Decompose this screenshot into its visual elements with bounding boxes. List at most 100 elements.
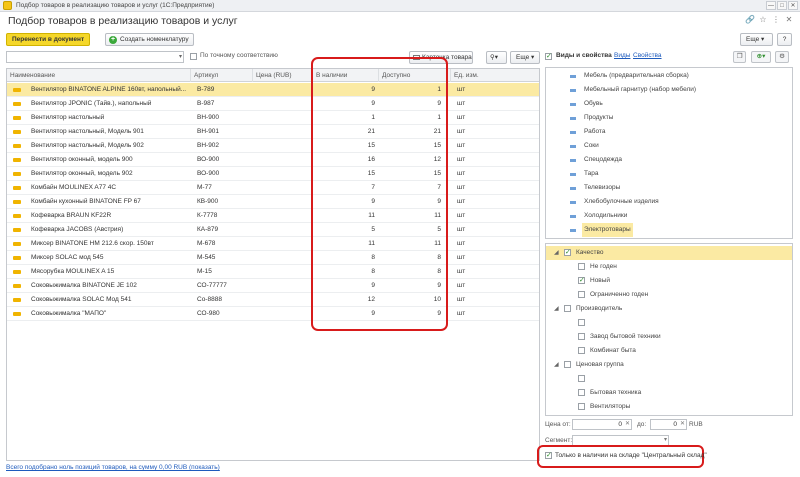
expand-icon[interactable]: ◢: [554, 358, 559, 372]
property-value[interactable]: Комбинат быта: [546, 344, 792, 358]
property-checkbox[interactable]: ✓: [578, 277, 585, 284]
property-checkbox[interactable]: [578, 333, 585, 340]
chevron-down-icon[interactable]: ▾: [664, 436, 667, 445]
kinds-link[interactable]: Виды: [614, 52, 630, 59]
cell-article: В-987: [197, 100, 215, 107]
table-row[interactable]: Соковыжималка "МАПО" СО-980 9 9 шт: [7, 307, 539, 321]
search-input[interactable]: ▾: [6, 51, 184, 63]
column-header-stock[interactable]: В наличии: [313, 69, 379, 82]
only-in-stock-checkbox[interactable]: ✓: [545, 452, 552, 459]
cell-price: [257, 251, 312, 265]
category-item[interactable]: Тара: [546, 167, 792, 181]
item-card-button[interactable]: Карточка товара: [409, 51, 473, 64]
expand-icon[interactable]: ◢: [554, 246, 559, 260]
category-item[interactable]: Хлебобулочные изделия: [546, 195, 792, 209]
column-header-available[interactable]: Доступно: [379, 69, 451, 82]
table-row[interactable]: Вентилятор оконный, модель 902 ВО-900 15 15…: [7, 167, 539, 181]
property-value[interactable]: Завод бытовой техники: [546, 330, 792, 344]
property-checkbox[interactable]: [564, 305, 571, 312]
maximize-icon[interactable]: □: [777, 1, 787, 10]
table-row[interactable]: Вентилятор настольный, Модель 902 ВН-902 1…: [7, 139, 539, 153]
expand-icon[interactable]: ◢: [554, 302, 559, 316]
create-item-button[interactable]: + Создать номенклатуру: [105, 33, 194, 46]
settings-icon[interactable]: ⚙: [775, 51, 789, 63]
cell-name: Мясорубка MOULINEX A 15: [31, 268, 115, 275]
table-more-button[interactable]: Еще ▾: [510, 51, 540, 64]
table-row[interactable]: Вентилятор настольный, Модель 901 ВН-901 2…: [7, 125, 539, 139]
close-window-icon[interactable]: ✕: [788, 1, 798, 10]
property-checkbox[interactable]: [578, 291, 585, 298]
table-row[interactable]: Вентилятор BINATONE ALPINE 160вт, наполь…: [7, 83, 539, 97]
category-item[interactable]: Мебельный гарнитур (набор мебели): [546, 83, 792, 97]
property-group[interactable]: ◢ Ценовая группа: [546, 358, 792, 372]
table-row[interactable]: Вентилятор настольный ВН-900 1 1 шт: [7, 111, 539, 125]
table-row[interactable]: Кофеварка JACOBS (Австрия) КА-879 5 5 шт: [7, 223, 539, 237]
column-header-name[interactable]: Наименование: [7, 69, 191, 82]
star-icon[interactable]: ☆: [758, 15, 768, 24]
property-value[interactable]: Вентиляторы: [546, 400, 792, 414]
filter-button[interactable]: ⚲▾: [486, 51, 507, 64]
category-item[interactable]: Электротовары: [546, 223, 792, 237]
table-row[interactable]: Вентилятор JPONIC (Тайв.), напольный В-98…: [7, 97, 539, 111]
property-value[interactable]: [546, 372, 792, 386]
price-from-input[interactable]: 0 ✕: [572, 419, 632, 430]
category-item[interactable]: Телевизоры: [546, 181, 792, 195]
kinds-checkbox[interactable]: ✓: [545, 53, 552, 60]
add-icon[interactable]: ⊕▾: [751, 51, 771, 63]
column-header-article[interactable]: Артикул: [191, 69, 253, 82]
property-value[interactable]: Ограниченно годен: [546, 288, 792, 302]
property-value[interactable]: ✓ Новый: [546, 274, 792, 288]
property-checkbox[interactable]: [578, 347, 585, 354]
column-header-price[interactable]: Цена (RUB): [253, 69, 313, 82]
category-item[interactable]: Продукты: [546, 111, 792, 125]
properties-link[interactable]: Свойства: [633, 52, 662, 59]
table-row[interactable]: Комбайн MOULINEX A77 4C М-77 7 7 шт: [7, 181, 539, 195]
property-value[interactable]: [546, 316, 792, 330]
help-button[interactable]: ?: [777, 33, 792, 46]
column-header-unit[interactable]: Ед. изм.: [451, 69, 539, 82]
property-checkbox[interactable]: [578, 389, 585, 396]
transfer-to-document-button[interactable]: Перенести в документ: [6, 33, 90, 46]
table-row[interactable]: Кофеварка BRAUN KF22R К-7778 11 11 шт: [7, 209, 539, 223]
property-value[interactable]: Не годен: [546, 260, 792, 274]
link-icon[interactable]: 🔗: [745, 15, 755, 24]
category-item[interactable]: Холодильники: [546, 209, 792, 223]
minimize-icon[interactable]: —: [766, 1, 776, 10]
category-item[interactable]: Обувь: [546, 97, 792, 111]
property-checkbox[interactable]: [578, 375, 585, 382]
table-row[interactable]: Соковыжималка SOLAC Мод 541 Со-8888 12 10 шт: [7, 293, 539, 307]
property-value[interactable]: Бытовая техника: [546, 386, 792, 400]
table-row[interactable]: Вентилятор оконный, модель 900 ВО-900 16 12…: [7, 153, 539, 167]
table-row[interactable]: Миксер SOLAC мод 545 М-545 8 8 шт: [7, 251, 539, 265]
selected-summary-link[interactable]: Всего подобрано ноль позиций товаров, на…: [6, 464, 220, 471]
property-checkbox[interactable]: [564, 361, 571, 368]
cell-available: 9: [437, 310, 441, 317]
clear-icon[interactable]: ✕: [680, 420, 685, 429]
table-row[interactable]: Миксер BINATONE HM 212.6 скор. 150вт М-67…: [7, 237, 539, 251]
category-item[interactable]: Спецодежда: [546, 153, 792, 167]
more-vertical-icon[interactable]: ⋮: [771, 15, 781, 24]
price-to-input[interactable]: 0 ✕: [650, 419, 687, 430]
table-row[interactable]: Мясорубка MOULINEX A 15 М-15 8 8 шт: [7, 265, 539, 279]
property-checkbox[interactable]: ✓: [564, 249, 571, 256]
clear-icon[interactable]: ✕: [625, 420, 630, 429]
category-item[interactable]: Мебель (предварительная сборка): [546, 69, 792, 83]
exact-match-checkbox[interactable]: [190, 53, 197, 60]
more-menu-button[interactable]: Еще ▾: [740, 33, 773, 46]
item-marker-icon: [13, 186, 21, 190]
chevron-down-icon[interactable]: ▾: [179, 53, 182, 60]
table-row[interactable]: Комбайн кухонный BINATONE FP 67 КВ-900 9 9 ш…: [7, 195, 539, 209]
table-row[interactable]: Соковыжималка BINATONE JE 102 СО-77777 9 9 ш…: [7, 279, 539, 293]
category-item[interactable]: Соки: [546, 139, 792, 153]
close-icon[interactable]: ✕: [784, 15, 794, 24]
categories-list: Мебель (предварительная сборка) Мебельный…: [545, 67, 793, 239]
property-group[interactable]: ◢ ✓ Качество: [546, 246, 792, 260]
copy-icon[interactable]: ❐: [733, 51, 746, 63]
category-item[interactable]: Работа: [546, 125, 792, 139]
property-checkbox[interactable]: [578, 319, 585, 326]
segment-input[interactable]: ▾: [572, 435, 669, 446]
property-checkbox[interactable]: [578, 403, 585, 410]
plus-icon: +: [109, 36, 117, 44]
property-group[interactable]: ◢ Производитель: [546, 302, 792, 316]
property-checkbox[interactable]: [578, 263, 585, 270]
